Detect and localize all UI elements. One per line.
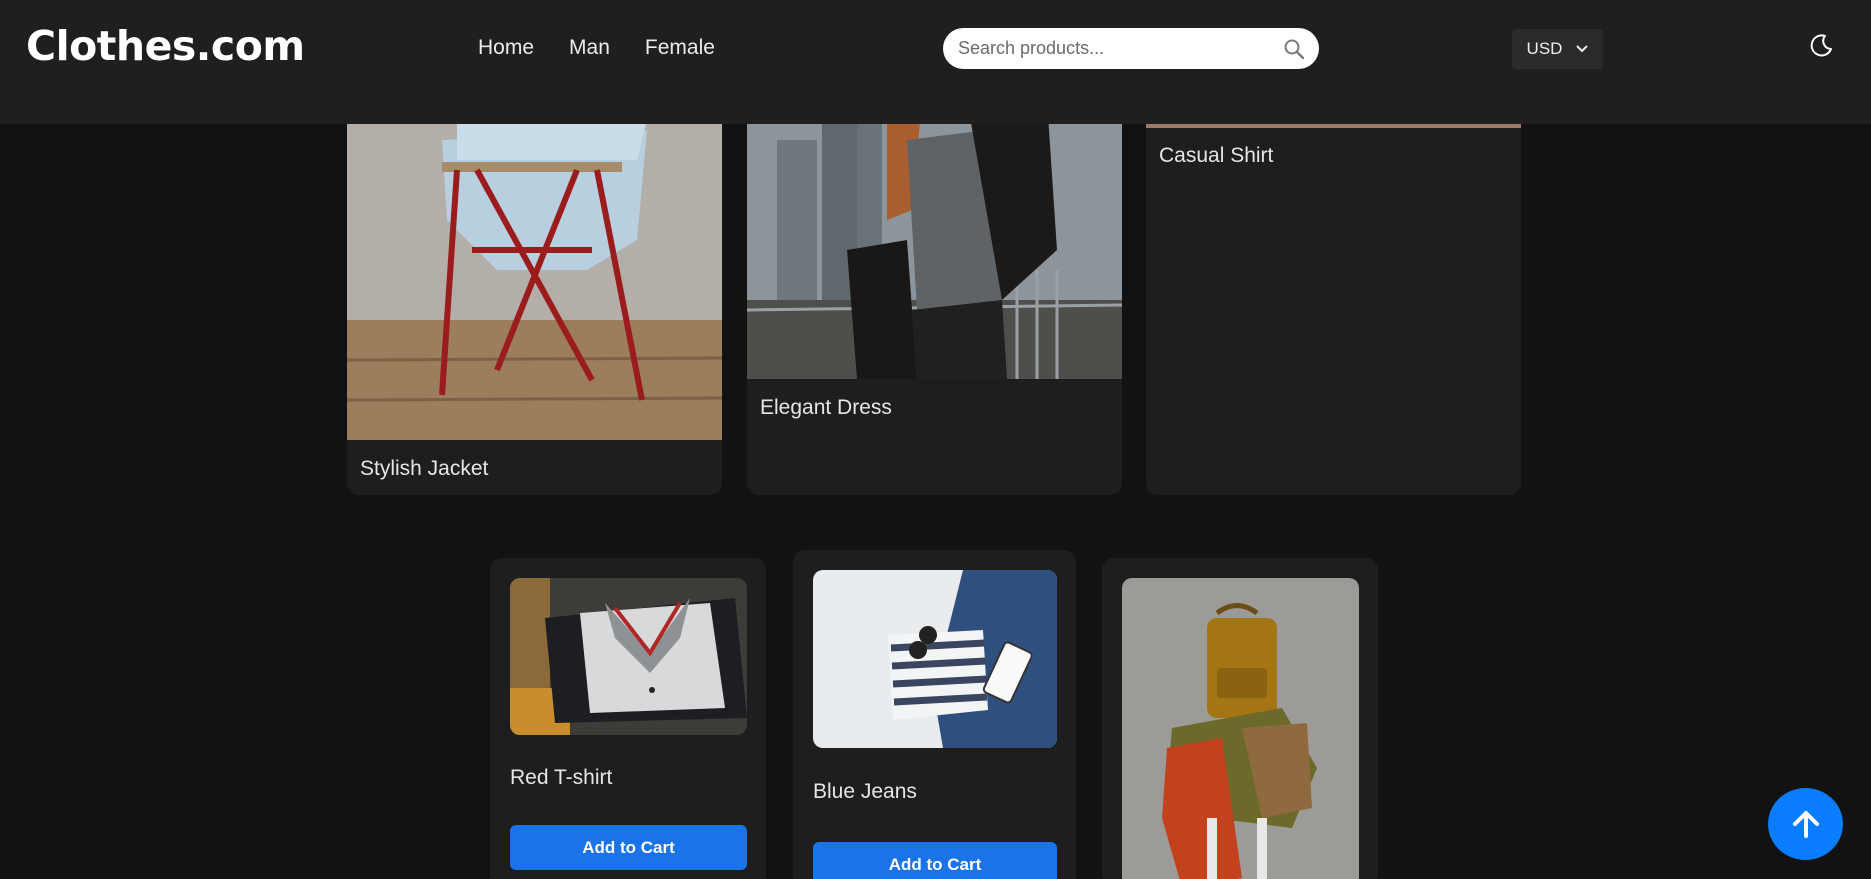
product-card-blue-jeans[interactable]: Blue Jeans Add to Cart bbox=[793, 550, 1076, 879]
product-image-elegant-dress bbox=[747, 100, 1122, 379]
site-logo[interactable]: Clothes.com bbox=[26, 22, 305, 70]
nav-home[interactable]: Home bbox=[478, 36, 534, 60]
main-nav: Home Man Female bbox=[478, 36, 715, 60]
theme-toggle-button[interactable] bbox=[1808, 33, 1834, 59]
currency-value: USD bbox=[1526, 39, 1563, 58]
site-header: Clothes.com Home Man Female USD bbox=[0, 0, 1871, 124]
product-title: Red T-shirt bbox=[510, 766, 613, 789]
back-to-top-button[interactable] bbox=[1768, 788, 1843, 860]
product-image-red-tshirt bbox=[510, 578, 747, 735]
search-input[interactable] bbox=[958, 38, 1268, 59]
nav-man[interactable]: Man bbox=[569, 36, 610, 60]
product-card-elegant-dress[interactable]: Elegant Dress bbox=[747, 100, 1122, 495]
product-image-backpack bbox=[1122, 578, 1359, 879]
product-title: Stylish Jacket bbox=[360, 457, 489, 480]
product-title: Casual Shirt bbox=[1159, 144, 1274, 167]
product-card-stylish-jacket[interactable]: Stylish Jacket bbox=[347, 100, 722, 495]
search-icon[interactable] bbox=[1283, 38, 1305, 64]
product-title: Blue Jeans bbox=[813, 780, 917, 803]
moon-icon bbox=[1810, 34, 1832, 57]
product-image-blue-jeans bbox=[813, 570, 1057, 748]
product-card-casual-shirt[interactable]: Casual Shirt bbox=[1146, 100, 1521, 495]
chevron-down-icon bbox=[1576, 45, 1589, 53]
search-bar bbox=[943, 28, 1319, 69]
product-title: Elegant Dress bbox=[760, 396, 892, 419]
product-image-stylish-jacket bbox=[347, 100, 722, 440]
nav-female[interactable]: Female bbox=[645, 36, 715, 60]
product-card-backpack[interactable] bbox=[1102, 558, 1378, 879]
product-card-red-tshirt[interactable]: Red T-shirt Add to Cart bbox=[490, 558, 766, 879]
add-to-cart-button[interactable]: Add to Cart bbox=[510, 825, 747, 870]
arrow-up-icon bbox=[1792, 811, 1819, 838]
add-to-cart-button[interactable]: Add to Cart bbox=[813, 842, 1057, 879]
currency-select[interactable]: USD bbox=[1512, 29, 1603, 69]
